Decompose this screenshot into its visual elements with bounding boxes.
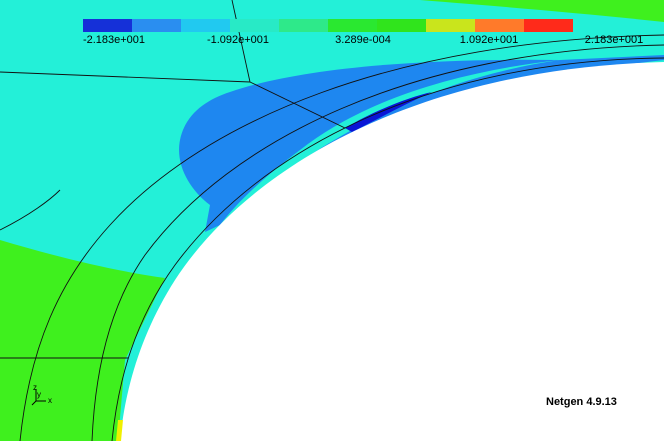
colorbar-segment	[279, 19, 328, 32]
fem-mesh-canvas	[0, 0, 664, 441]
colorbar-segment	[132, 19, 181, 32]
colorbar-tick-label: -2.183e+001	[82, 34, 146, 46]
colorbar-segment	[328, 19, 377, 32]
colorbar-segment	[230, 19, 279, 32]
axes-triad-icon: x z y	[30, 383, 58, 407]
colorbar-segment	[475, 19, 524, 32]
colorbar-segment	[83, 19, 132, 32]
colorbar-segment	[524, 19, 573, 32]
colorbar-segment	[377, 19, 426, 32]
colorbar-tick-label: -1.092e+001	[206, 34, 270, 46]
colorbar-segment	[426, 19, 475, 32]
colorbar-tick-label: 3.289e-004	[335, 34, 391, 46]
color-scale-bar	[83, 19, 573, 32]
colorbar-tick-label: 1.092e+001	[459, 34, 519, 46]
version-label: Netgen 4.9.13	[546, 396, 617, 408]
axis-y-label: y	[37, 390, 41, 399]
colorbar-segment	[181, 19, 230, 32]
render-viewport[interactable]: -2.183e+001 -1.092e+001 3.289e-004 1.092…	[0, 0, 664, 441]
axis-x-label: x	[48, 396, 52, 405]
colorbar-tick-label: 2.183e+001	[584, 34, 644, 46]
